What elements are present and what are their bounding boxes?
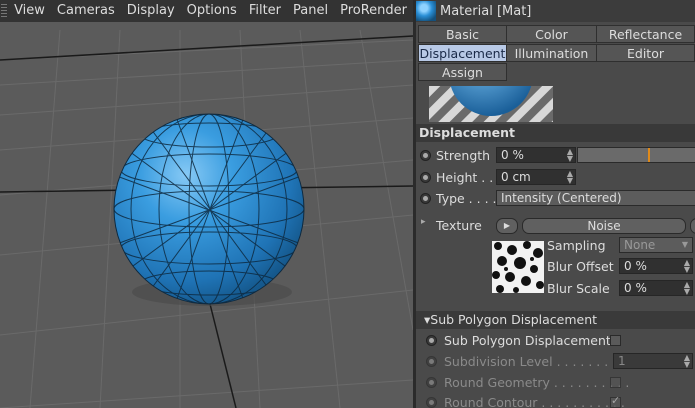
blur-offset-input[interactable]: 0 % ▲ ▼	[619, 258, 693, 274]
texture-label: Texture	[436, 218, 482, 233]
round-contour-label: Round Contour . . . . . . . . . . .	[444, 395, 625, 408]
round-contour-checkbox[interactable]	[610, 394, 621, 408]
round-geometry-checkbox[interactable]	[610, 377, 621, 388]
round-geometry-row: Round Geometry . . . . . . . . . .	[416, 373, 695, 393]
texture-extra-button[interactable]	[690, 218, 695, 234]
blur-scale-label: Blur Scale	[547, 281, 610, 296]
stepper-icon: ▲ ▼	[566, 147, 573, 163]
tab-basic[interactable]: Basic	[418, 25, 507, 43]
tab-displacement[interactable]: Displacement	[418, 44, 507, 62]
tab-reflectance[interactable]: Reflectance	[596, 25, 695, 43]
displacement-section-header: Displacement	[416, 124, 695, 142]
tab-color[interactable]: Color	[506, 25, 597, 43]
material-title-bar: Material [Mat]	[416, 0, 695, 22]
blur-offset-label: Blur Offset	[547, 259, 614, 274]
tab-illumination[interactable]: Illumination	[506, 44, 597, 62]
strength-animate-radio[interactable]	[420, 150, 431, 161]
subpoly-checkbox[interactable]	[610, 335, 621, 346]
menu-display[interactable]: Display	[121, 0, 181, 22]
height-animate-radio[interactable]	[420, 172, 431, 183]
type-dropdown[interactable]: Intensity (Centered)	[496, 190, 695, 206]
subdiv-input[interactable]: 1 ▲ ▼	[613, 353, 693, 369]
type-label: Type . . . .	[436, 191, 497, 206]
viewport-scene	[0, 29, 413, 408]
type-animate-radio[interactable]	[420, 193, 431, 204]
stepper-icon: ▲ ▼	[566, 169, 573, 185]
subpoly-label: Sub Polygon Displacement	[444, 333, 611, 348]
blur-scale-input[interactable]: 0 % ▲ ▼	[619, 280, 693, 296]
subpoly-section-header[interactable]: ▾Sub Polygon Displacement	[416, 311, 695, 329]
round-geometry-label: Round Geometry . . . . . . . . . .	[444, 375, 630, 390]
height-label: Height . .	[436, 170, 494, 185]
strength-input[interactable]: 0 % ▲ ▼	[496, 147, 576, 163]
tab-editor[interactable]: Editor	[596, 44, 695, 62]
material-panel: Material [Mat] Basic Color Reflectance D…	[416, 0, 695, 408]
round-contour-row: Round Contour . . . . . . . . . . .	[416, 393, 695, 408]
menubar-grip-icon	[0, 0, 8, 22]
noise-texture-preview	[492, 241, 544, 293]
subdiv-row: Subdivision Level . . . . . . . . . . 1 ▲…	[416, 352, 695, 372]
menu-options[interactable]: Options	[181, 0, 243, 22]
stepper-icon: ▲ ▼	[683, 258, 690, 274]
strength-label: Strength	[436, 148, 491, 163]
sphere-object	[114, 114, 304, 304]
menu-filter[interactable]: Filter	[243, 0, 287, 22]
chevron-down-icon: ▼	[681, 240, 688, 249]
tab-assign[interactable]: Assign	[418, 63, 507, 81]
stepper-icon: ▲ ▼	[683, 280, 690, 296]
strength-row: Strength 0 % ▲ ▼	[416, 146, 695, 166]
round-contour-animate-radio[interactable]	[426, 397, 437, 408]
round-geometry-animate-radio[interactable]	[426, 377, 437, 388]
menu-panel[interactable]: Panel	[287, 0, 334, 22]
menu-view[interactable]: View	[8, 0, 51, 22]
stepper-icon: ▲ ▼	[683, 353, 690, 369]
height-row: Height . . 0 cm ▲ ▼	[416, 168, 695, 188]
subdiv-label: Subdivision Level . . . . . . . . . .	[444, 354, 633, 369]
subpoly-animate-radio[interactable]	[426, 335, 437, 346]
texture-row: ▸ Texture ▶ Noise	[416, 216, 695, 236]
strength-slider-marker[interactable]	[648, 148, 650, 162]
menu-cameras[interactable]: Cameras	[51, 0, 121, 22]
height-input[interactable]: 0 cm ▲ ▼	[496, 169, 576, 185]
menu-prorender[interactable]: ProRender	[334, 0, 413, 22]
texture-expand-icon[interactable]: ▸	[421, 217, 426, 227]
subpoly-row: Sub Polygon Displacement	[416, 331, 695, 351]
viewport-menubar: View Cameras Display Options Filter Pane…	[0, 0, 413, 22]
type-row: Type . . . . Intensity (Centered)	[416, 189, 695, 209]
material-title: Material [Mat]	[440, 3, 532, 19]
texture-menu-arrow-icon[interactable]: ▶	[496, 218, 518, 234]
sampling-label: Sampling	[547, 238, 606, 253]
sampling-dropdown[interactable]: None ▼	[619, 237, 693, 253]
strength-slider[interactable]	[577, 147, 695, 163]
material-preview	[429, 86, 553, 122]
subdiv-animate-radio[interactable]	[426, 356, 437, 367]
material-thumbnail-icon	[416, 1, 436, 21]
texture-noise-button[interactable]: Noise	[522, 218, 686, 234]
3d-viewport[interactable]: View Cameras Display Options Filter Pane…	[0, 0, 413, 408]
